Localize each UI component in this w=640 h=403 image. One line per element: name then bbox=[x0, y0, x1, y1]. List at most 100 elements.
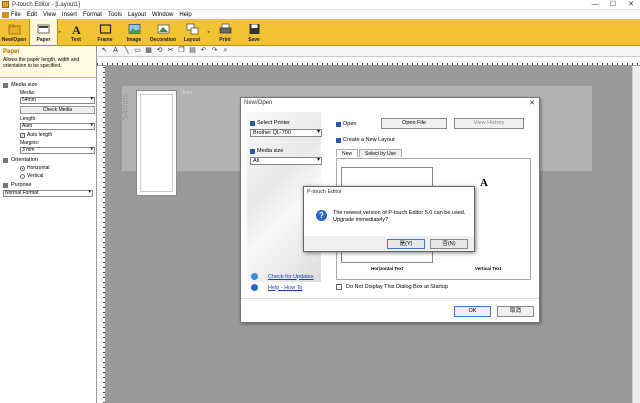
paper-properties-panel: Paper Allows the paper length, width and… bbox=[0, 46, 97, 403]
horizontal-radio[interactable]: Horizontal bbox=[20, 165, 93, 171]
layout-button[interactable]: Layout bbox=[178, 19, 207, 45]
close-icon[interactable]: ✕ bbox=[529, 99, 535, 107]
dialog-footer: OK 取消 bbox=[241, 298, 539, 322]
app-menu-icon[interactable] bbox=[2, 11, 9, 18]
message-footer: 是(Y) 否(N) bbox=[304, 236, 474, 251]
grid-icon[interactable]: ▦ bbox=[144, 47, 153, 55]
no-button[interactable]: 否(N) bbox=[430, 239, 468, 249]
decoration-icon bbox=[157, 24, 169, 34]
horizontal-template-label: Horizontal Text bbox=[371, 266, 404, 271]
media-size-icon bbox=[3, 82, 8, 88]
new-open-button[interactable]: New/Open bbox=[0, 19, 29, 45]
tab-new[interactable]: New bbox=[336, 149, 359, 157]
vertical-text-icon: A bbox=[480, 177, 488, 189]
purpose-select[interactable]: Normal Format bbox=[3, 190, 93, 197]
upgrade-message-dialog: P-touch Editor ? The newest version of P… bbox=[303, 186, 475, 252]
paper-icon bbox=[37, 24, 50, 34]
ok-button[interactable]: OK bbox=[454, 306, 491, 317]
svg-text:A: A bbox=[72, 23, 81, 35]
do-not-display-checkbox[interactable]: Do Not Display This Dialog Box at Startu… bbox=[336, 284, 448, 290]
layout-icon bbox=[186, 23, 198, 35]
menu-file[interactable]: File bbox=[11, 12, 21, 18]
image-icon bbox=[128, 24, 140, 34]
open-file-button[interactable]: Open File bbox=[381, 118, 447, 129]
view-history-button[interactable]: View History bbox=[454, 118, 524, 129]
yes-button[interactable]: 是(Y) bbox=[387, 239, 425, 249]
menu-help[interactable]: Help bbox=[179, 12, 191, 18]
message-title: P-touch Editor bbox=[307, 189, 342, 195]
auto-length-label: Auto bbox=[182, 90, 193, 96]
maximize-icon[interactable]: ☐ bbox=[604, 0, 622, 10]
check-media-button[interactable]: Check Media bbox=[20, 106, 95, 114]
rotate-icon[interactable]: ⟲ bbox=[155, 47, 164, 55]
window-controls: — ☐ ✕ bbox=[586, 0, 640, 10]
folder-icon bbox=[8, 24, 20, 35]
auto-length-checkbox[interactable]: ✓ Auto length bbox=[20, 132, 93, 138]
dialog-title: New/Open bbox=[244, 100, 273, 106]
vertical-template-label: Vertical Text bbox=[475, 266, 502, 271]
media-size-select[interactable]: All bbox=[250, 157, 322, 165]
check-updates-link[interactable]: Check for Updates bbox=[268, 274, 314, 280]
cut-icon[interactable]: ✂ bbox=[166, 47, 175, 55]
create-layout-icon bbox=[336, 137, 341, 143]
label-preview[interactable] bbox=[136, 90, 177, 196]
open-icon bbox=[336, 121, 341, 127]
menu-view[interactable]: View bbox=[43, 12, 56, 18]
redo-icon[interactable]: ↷ bbox=[210, 47, 219, 55]
purpose-icon bbox=[3, 182, 8, 188]
printer-select[interactable]: Brother QL-700 bbox=[250, 129, 322, 137]
floppy-icon bbox=[249, 24, 259, 34]
pointer-icon[interactable]: ↖ bbox=[100, 47, 109, 55]
help-icon bbox=[251, 284, 258, 291]
menu-edit[interactable]: Edit bbox=[27, 12, 37, 18]
undo-icon[interactable]: ↶ bbox=[199, 47, 208, 55]
tab-select-by-use[interactable]: Select by Use bbox=[359, 149, 402, 157]
print-button[interactable]: Print bbox=[211, 19, 240, 45]
printer-icon bbox=[219, 23, 231, 34]
app-icon bbox=[2, 1, 9, 8]
layout-tabs: New Select by Use bbox=[336, 149, 403, 157]
menu-window[interactable]: Window bbox=[152, 12, 173, 18]
line-icon[interactable]: ╲ bbox=[122, 47, 131, 55]
vertical-ruler bbox=[97, 66, 106, 403]
vertical-scrollbar[interactable] bbox=[632, 66, 640, 403]
help-howto-link[interactable]: Help - How To bbox=[268, 285, 302, 291]
rectangle-icon[interactable]: ▭ bbox=[133, 47, 142, 55]
copy-icon[interactable]: ❐ bbox=[177, 47, 186, 55]
menu-layout[interactable]: Layout bbox=[128, 12, 146, 18]
paper-button[interactable]: Paper bbox=[29, 19, 58, 45]
minimize-icon[interactable]: — bbox=[586, 0, 604, 10]
media-size-section: Media size Media: 54mm Check Media Lengt… bbox=[0, 78, 96, 198]
window-title: P-touch Editor - [Layout1] bbox=[12, 1, 81, 8]
menu-tools[interactable]: Tools bbox=[108, 12, 122, 18]
image-button[interactable]: Image bbox=[120, 19, 149, 45]
close-icon[interactable]: ✕ bbox=[622, 0, 640, 10]
decoration-button[interactable]: Decoration bbox=[149, 19, 178, 45]
printer-icon bbox=[250, 120, 255, 126]
menu-insert[interactable]: Insert bbox=[62, 12, 77, 18]
question-icon: ? bbox=[316, 210, 327, 221]
cancel-button[interactable]: 取消 bbox=[497, 306, 534, 317]
label-size-text: 54mm bbox=[120, 94, 130, 120]
update-icon bbox=[251, 273, 258, 280]
orientation-icon bbox=[3, 157, 8, 163]
margins-select[interactable]: 3 mm bbox=[20, 147, 95, 154]
vertical-radio[interactable]: Vertical bbox=[20, 173, 93, 179]
text-icon: A bbox=[72, 23, 81, 35]
ribbon-toolbar: New/Open Paper ▸ A Text Frame Image Deco… bbox=[0, 19, 640, 46]
panel-description: Allows the paper length, width and orien… bbox=[3, 57, 80, 69]
frame-icon bbox=[99, 24, 111, 34]
menu-bar: File Edit View Insert Format Tools Layou… bbox=[0, 10, 640, 19]
menu-format[interactable]: Format bbox=[83, 12, 102, 18]
panel-title: Paper bbox=[3, 49, 20, 55]
paste-icon[interactable]: ▤ bbox=[188, 47, 197, 55]
media-select[interactable]: 54mm bbox=[20, 97, 95, 104]
length-select[interactable]: Auto bbox=[20, 123, 95, 130]
text-button[interactable]: A Text bbox=[62, 19, 91, 45]
horizontal-ruler bbox=[97, 57, 640, 66]
zoom-icon[interactable]: ⌕ bbox=[221, 47, 230, 55]
panel-header: Paper Allows the paper length, width and… bbox=[0, 46, 96, 78]
text-tool-icon[interactable]: A bbox=[111, 47, 120, 55]
save-button[interactable]: Save bbox=[240, 19, 269, 45]
frame-button[interactable]: Frame bbox=[91, 19, 120, 45]
